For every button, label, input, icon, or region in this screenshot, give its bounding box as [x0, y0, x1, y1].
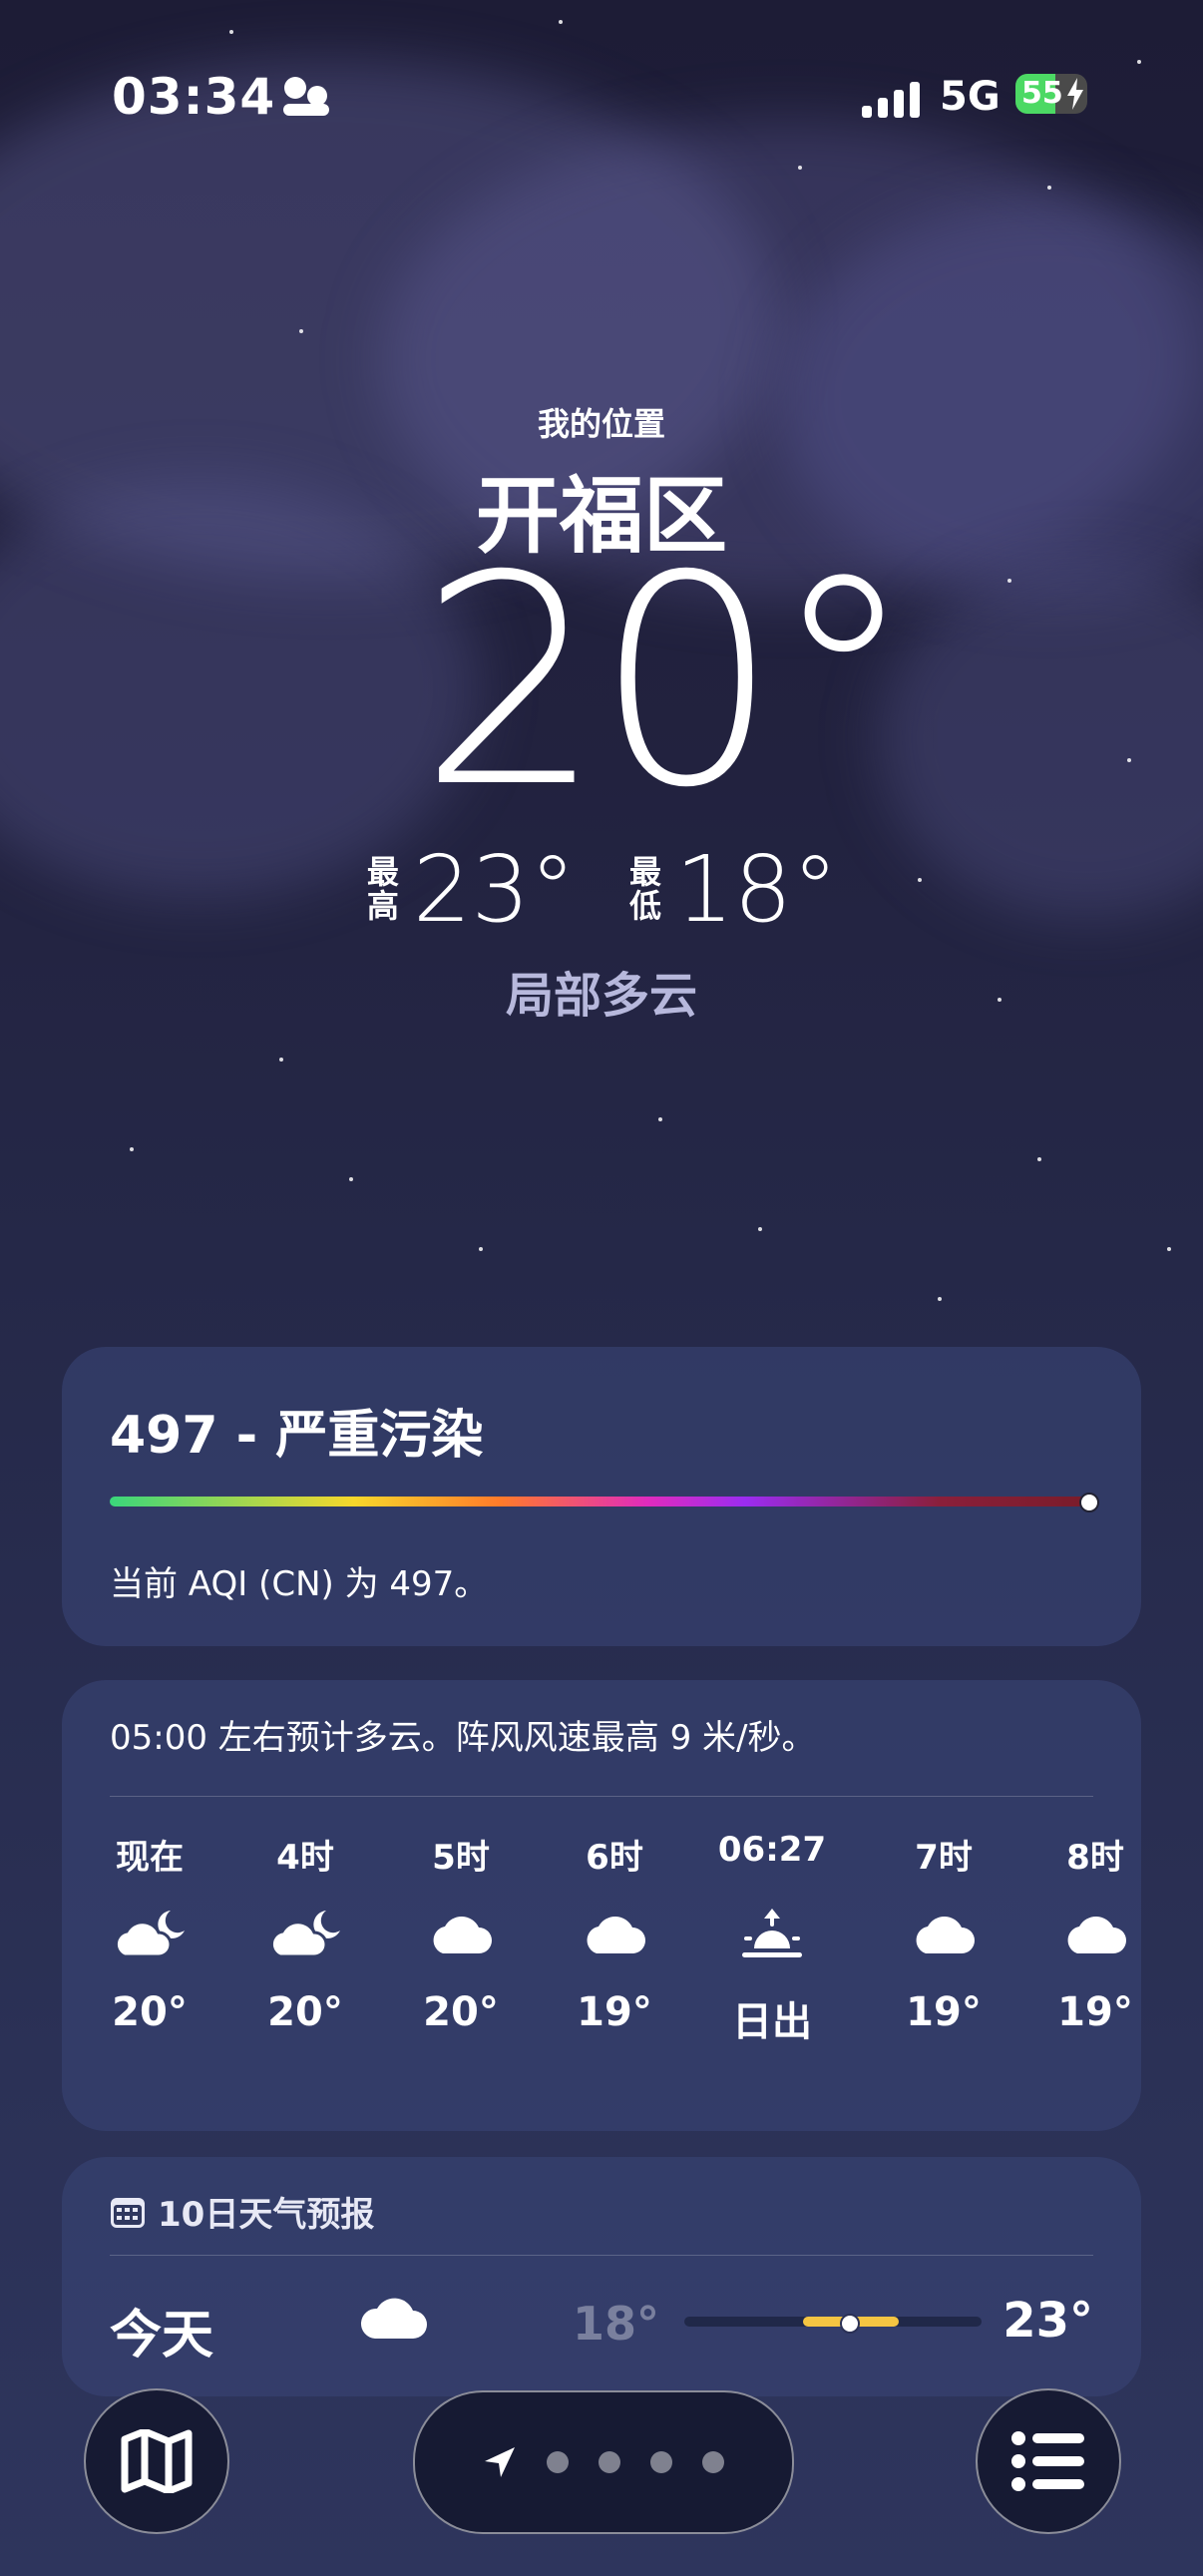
location-page-indicator[interactable]	[413, 2390, 794, 2534]
hour-label: 现在	[116, 1838, 184, 1878]
aqi-indicator-dot	[1079, 1493, 1099, 1512]
forecast-day: 今天	[110, 2306, 214, 2365]
page-dot[interactable]	[702, 2451, 724, 2473]
cloud-icon	[545, 1880, 684, 1989]
low-label: 最低	[628, 852, 661, 925]
hour-label: 06:27	[717, 1830, 827, 1870]
air-quality-card[interactable]: 497 - 严重污染 当前 AQI (CN) 为 497。	[62, 1347, 1141, 1646]
forecast-header: 10日天气预报	[110, 2187, 374, 2236]
map-button[interactable]	[84, 2388, 229, 2534]
cellular-signal-icon	[862, 82, 920, 118]
forecast-low: 18°	[573, 2297, 660, 2351]
page-dot[interactable]	[650, 2451, 672, 2473]
current-temperature: 20°	[419, 515, 916, 851]
hour-temperature: 19°	[1057, 1989, 1133, 2035]
page-dot[interactable]	[547, 2451, 569, 2473]
sleep-focus-icon	[283, 77, 329, 116]
cloud-icon	[391, 1880, 531, 1989]
hour-temperature: 20°	[423, 1989, 499, 2035]
cloud-icon	[1025, 1880, 1141, 1989]
hour-temperature: 日出	[732, 1999, 812, 2045]
divider	[110, 1796, 1093, 1797]
aqi-description: 当前 AQI (CN) 为 497。	[110, 1564, 489, 1604]
hourly-item: 6时 19°	[545, 1830, 684, 2035]
aqi-scale-bar	[110, 1497, 1087, 1506]
low-temperature: 18°	[675, 836, 839, 943]
hourly-item: 8时 19°	[1025, 1830, 1141, 2035]
weather-condition: 局部多云	[505, 968, 697, 1024]
status-bar: 03:34 5G 55	[0, 60, 1203, 140]
hour-label: 8时	[1066, 1838, 1124, 1878]
hour-temperature: 19°	[577, 1989, 652, 2035]
sunrise-icon	[702, 1880, 842, 1989]
cloud-icon	[360, 2298, 427, 2339]
network-type: 5G	[940, 74, 1001, 120]
cloud-moon-icon	[235, 1880, 375, 1989]
aqi-title: 497 - 严重污染	[110, 1406, 484, 1466]
hourly-scroll-list[interactable]: 现在 20° 4时 20° 5时 20° 6时 19° 06:27 日出 7时 19° 8时 19°	[62, 1830, 1141, 2109]
hourly-item: 4时 20°	[235, 1830, 375, 2035]
map-icon	[121, 2429, 193, 2493]
forecast-title: 10日天气预报	[158, 2195, 375, 2235]
charging-bolt-icon	[1067, 78, 1083, 110]
high-low-temperature: 最高 23° 最低 18°	[0, 836, 1203, 943]
hour-label: 6时	[586, 1838, 643, 1878]
page-dot[interactable]	[599, 2451, 620, 2473]
current-temperature-marker	[839, 2314, 860, 2334]
hourly-item: 7时 19°	[874, 1830, 1013, 2035]
hourly-item: 现在 20°	[80, 1830, 219, 2035]
hour-label: 5时	[432, 1838, 490, 1878]
temperature-range-bar	[684, 2314, 982, 2334]
hour-temperature: 19°	[906, 1989, 982, 2035]
hour-temperature: 20°	[267, 1989, 343, 2035]
cloud-icon	[874, 1880, 1013, 1989]
forecast-high: 23°	[1002, 2293, 1093, 2349]
ten-day-forecast-card[interactable]: 10日天气预报 今天 18° 23°	[62, 2157, 1141, 2396]
current-location-arrow-icon	[485, 2447, 515, 2477]
divider	[110, 2255, 1093, 2256]
hourly-summary: 05:00 左右预计多云。阵风风速最高 9 米/秒。	[110, 1718, 816, 1758]
battery-indicator: 55	[1015, 74, 1087, 114]
list-icon	[1011, 2431, 1084, 2491]
hourly-item: 06:27 日出	[702, 1830, 842, 2047]
hour-temperature: 20°	[112, 1989, 188, 2035]
high-temperature: 23°	[412, 836, 576, 943]
hourly-item: 5时 20°	[391, 1830, 531, 2035]
high-label: 最高	[366, 852, 399, 925]
cloud-moon-icon	[80, 1880, 219, 1989]
status-time: 03:34	[112, 68, 276, 126]
battery-level: 55	[1021, 76, 1063, 111]
location-label: 我的位置	[537, 405, 665, 443]
hour-label: 4时	[276, 1838, 334, 1878]
location-list-button[interactable]	[976, 2388, 1121, 2534]
hourly-forecast-card[interactable]: 05:00 左右预计多云。阵风风速最高 9 米/秒。 现在 20° 4时 20° 5时 2…	[62, 1680, 1141, 2131]
hour-label: 7时	[915, 1838, 973, 1878]
calendar-icon	[111, 2197, 145, 2228]
